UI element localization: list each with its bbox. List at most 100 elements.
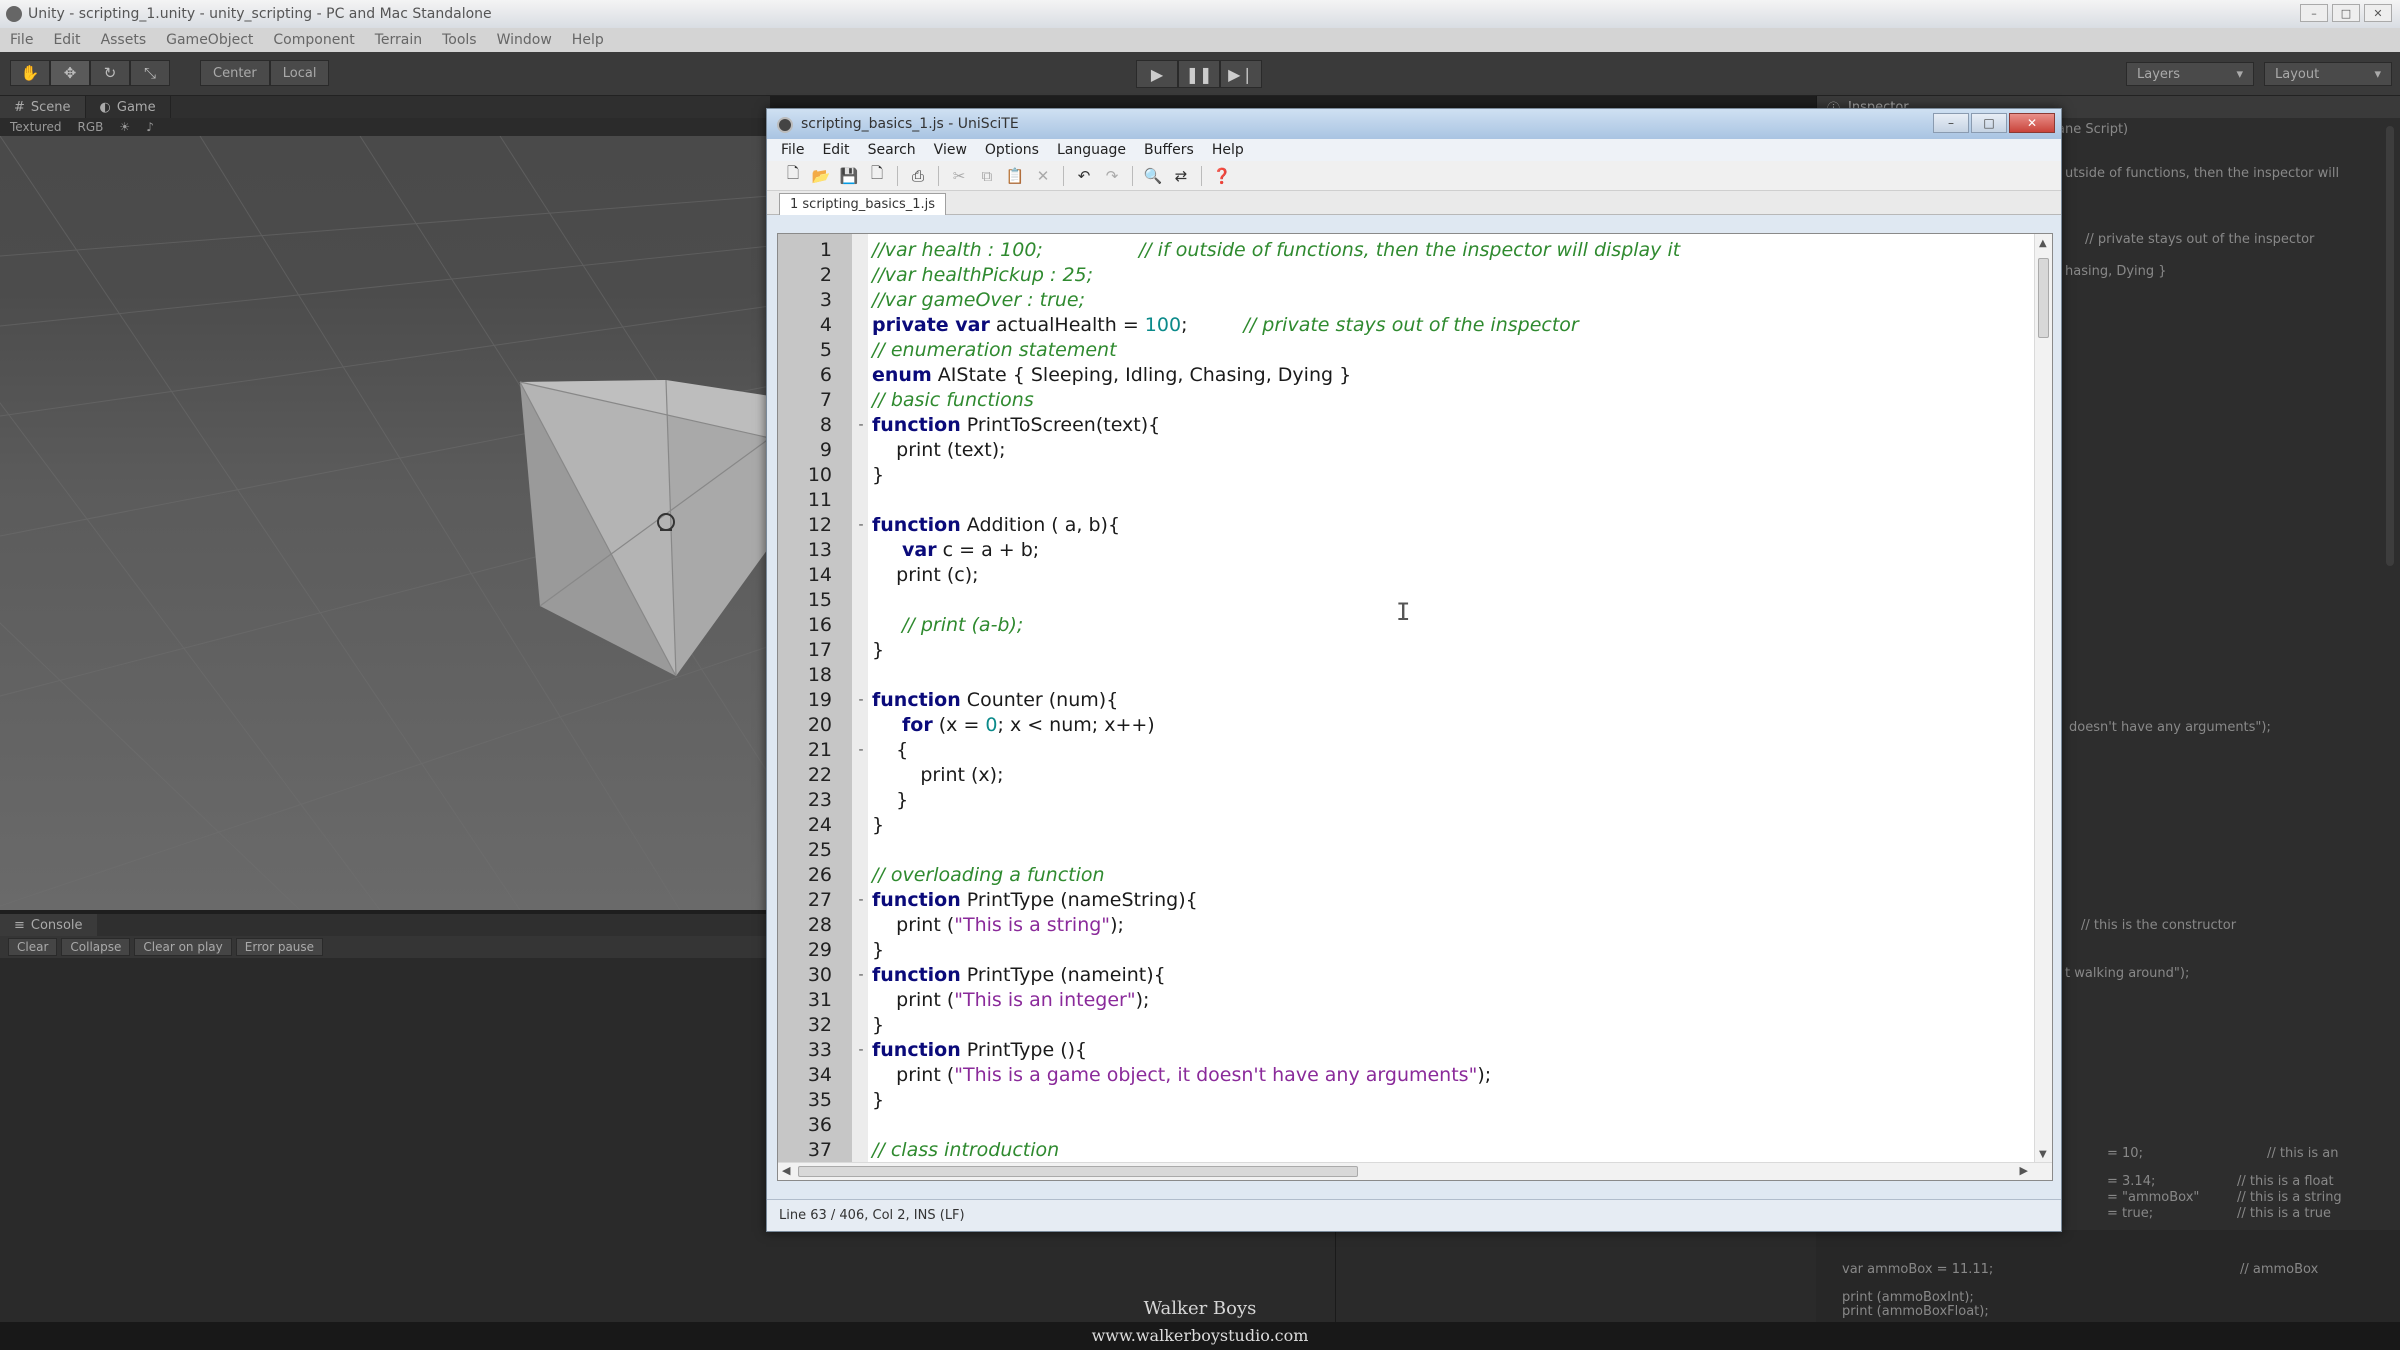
code-line[interactable]: 5 // enumeration statement bbox=[778, 338, 2028, 363]
help-icon[interactable]: ❓ bbox=[1210, 165, 1234, 187]
editor-menu-help[interactable]: Help bbox=[1212, 142, 1244, 158]
code-line[interactable]: 20 for (x = 0; x < num; x++) bbox=[778, 713, 2028, 738]
code-line[interactable]: 13 var c = a + b; bbox=[778, 538, 2028, 563]
code-editor-area[interactable]: 1 //var health : 100; // if outside of fun… bbox=[777, 233, 2053, 1181]
horizontal-scrollbar[interactable]: ◀ ▶ bbox=[778, 1162, 2052, 1180]
code-line[interactable]: 11 bbox=[778, 488, 2028, 513]
code-line[interactable]: 28 print ("This is a string"); bbox=[778, 913, 2028, 938]
open-file-icon[interactable]: 📂 bbox=[809, 165, 833, 187]
replace-icon[interactable]: ⇄ bbox=[1169, 165, 1193, 187]
console-log-area[interactable] bbox=[0, 958, 770, 1322]
fold-marker-icon[interactable]: - bbox=[855, 513, 867, 538]
code-line[interactable]: 19 - function Counter (num){ bbox=[778, 688, 2028, 713]
code-line[interactable]: 25 bbox=[778, 838, 2028, 863]
code-line[interactable]: 10} bbox=[778, 463, 2028, 488]
code-line[interactable]: 24} bbox=[778, 813, 2028, 838]
undo-icon[interactable]: ↶ bbox=[1072, 165, 1096, 187]
code-line[interactable]: 1 //var health : 100; // if outside of fun… bbox=[778, 238, 2028, 263]
scene-viewport[interactable] bbox=[0, 136, 770, 910]
code-line[interactable]: 36 bbox=[778, 1113, 2028, 1138]
close-icon[interactable]: ✕ bbox=[2364, 4, 2392, 22]
scroll-right-icon[interactable]: ▶ bbox=[2020, 1164, 2028, 1177]
code-line[interactable]: 8 - function PrintToScreen(text){ bbox=[778, 413, 2028, 438]
console-clear-button[interactable]: Clear bbox=[8, 938, 58, 956]
code-line[interactable]: 35} bbox=[778, 1088, 2028, 1113]
play-icon[interactable]: ▶ bbox=[1136, 60, 1178, 88]
tab-scripting-basics[interactable]: 1 scripting_basics_1.js bbox=[779, 193, 947, 215]
menu-terrain[interactable]: Terrain bbox=[375, 32, 422, 48]
hand-tool-icon[interactable]: ✋ bbox=[10, 60, 50, 86]
editor-menu-language[interactable]: Language bbox=[1057, 142, 1126, 158]
vertical-scrollbar[interactable]: ▲ ▼ bbox=[2034, 234, 2052, 1164]
fold-marker-icon[interactable]: - bbox=[855, 963, 867, 988]
code-line[interactable]: 3 //var gameOver : true; bbox=[778, 288, 2028, 313]
menu-assets[interactable]: Assets bbox=[101, 32, 147, 48]
fold-marker-icon[interactable]: - bbox=[855, 688, 867, 713]
layout-dropdown[interactable]: Layout ▾ bbox=[2264, 62, 2392, 86]
menu-edit[interactable]: Edit bbox=[53, 32, 80, 48]
code-line[interactable]: 32} bbox=[778, 1013, 2028, 1038]
code-line[interactable]: 23 } bbox=[778, 788, 2028, 813]
close-icon[interactable]: ✕ bbox=[2009, 113, 2055, 133]
console-collapse-button[interactable]: Collapse bbox=[61, 938, 131, 956]
menu-tools[interactable]: Tools bbox=[442, 32, 477, 48]
find-icon[interactable]: 🔍 bbox=[1141, 165, 1165, 187]
inspector-scrollbar[interactable] bbox=[2386, 126, 2394, 566]
cut-icon[interactable]: ✂ bbox=[947, 165, 971, 187]
move-tool-icon[interactable]: ✥ bbox=[50, 60, 90, 86]
fold-marker-icon[interactable]: - bbox=[855, 888, 867, 913]
lighting-icon[interactable]: ☀ bbox=[119, 120, 130, 134]
editor-menu-edit[interactable]: Edit bbox=[822, 142, 849, 158]
layers-dropdown[interactable]: Layers ▾ bbox=[2126, 62, 2254, 86]
copy-icon[interactable]: ⧉ bbox=[975, 165, 999, 187]
code-line[interactable]: 18 bbox=[778, 663, 2028, 688]
tab-console[interactable]: ≡ Console bbox=[0, 914, 97, 936]
scale-tool-icon[interactable]: ⤡ bbox=[130, 60, 170, 86]
code-line[interactable]: 12 - function Addition ( a, b){ bbox=[778, 513, 2028, 538]
space-toggle[interactable]: Local bbox=[269, 60, 330, 86]
editor-menu-search[interactable]: Search bbox=[868, 142, 916, 158]
maximize-icon[interactable]: □ bbox=[2332, 4, 2360, 22]
new-file-icon[interactable]: 🗋 bbox=[781, 164, 805, 187]
pivot-toggle[interactable]: Center bbox=[200, 60, 270, 86]
editor-menu-buffers[interactable]: Buffers bbox=[1144, 142, 1194, 158]
print-icon[interactable]: ⎙ bbox=[906, 165, 930, 187]
code-line[interactable]: 7 // basic functions bbox=[778, 388, 2028, 413]
close-file-icon[interactable]: 🗋 bbox=[865, 164, 889, 187]
menu-gameobject[interactable]: GameObject bbox=[166, 32, 253, 48]
render-mode-dropdown[interactable]: RGB bbox=[78, 120, 104, 134]
code-line[interactable]: 21 - { bbox=[778, 738, 2028, 763]
code-line[interactable]: 37 // class introduction bbox=[778, 1138, 2028, 1163]
pause-icon[interactable]: ❚❚ bbox=[1178, 60, 1220, 88]
code-line[interactable]: 4 private var actualHealth = 100; // priva… bbox=[778, 313, 2028, 338]
code-line[interactable]: 6 enum AIState { Sleeping, Idling, Chasin… bbox=[778, 363, 2028, 388]
maximize-icon[interactable]: □ bbox=[1971, 113, 2007, 133]
tab-scene[interactable]: # Scene bbox=[0, 96, 86, 118]
code-line[interactable]: 17} bbox=[778, 638, 2028, 663]
rotate-tool-icon[interactable]: ↻ bbox=[90, 60, 130, 86]
code-line[interactable]: 29} bbox=[778, 938, 2028, 963]
code-line[interactable]: 9 print (text); bbox=[778, 438, 2028, 463]
step-icon[interactable]: ▶❘ bbox=[1220, 60, 1262, 88]
menu-component[interactable]: Component bbox=[273, 32, 354, 48]
code-line[interactable]: 31 print ("This is an integer"); bbox=[778, 988, 2028, 1013]
scroll-down-icon[interactable]: ▼ bbox=[2039, 1149, 2047, 1160]
delete-icon[interactable]: ✕ bbox=[1031, 165, 1055, 187]
menu-help[interactable]: Help bbox=[572, 32, 604, 48]
fold-marker-icon[interactable]: - bbox=[855, 413, 867, 438]
code-line[interactable]: 14 print (c); bbox=[778, 563, 2028, 588]
menu-file[interactable]: File bbox=[10, 32, 33, 48]
vertical-scroll-thumb[interactable] bbox=[2038, 258, 2049, 338]
tab-game[interactable]: ◐ Game bbox=[86, 96, 171, 118]
code-line[interactable]: 26 // overloading a function bbox=[778, 863, 2028, 888]
save-icon[interactable]: 💾 bbox=[837, 165, 861, 187]
editor-menu-options[interactable]: Options bbox=[985, 142, 1039, 158]
code-line[interactable]: 2 //var healthPickup : 25; bbox=[778, 263, 2028, 288]
paste-icon[interactable]: 📋 bbox=[1003, 165, 1027, 187]
menu-window[interactable]: Window bbox=[497, 32, 552, 48]
fold-marker-icon[interactable]: - bbox=[855, 738, 867, 763]
code-line[interactable]: 22 print (x); bbox=[778, 763, 2028, 788]
minimize-icon[interactable]: – bbox=[1933, 113, 1969, 133]
console-error-pause-button[interactable]: Error pause bbox=[235, 938, 324, 956]
audio-icon[interactable]: ♪ bbox=[146, 120, 154, 134]
